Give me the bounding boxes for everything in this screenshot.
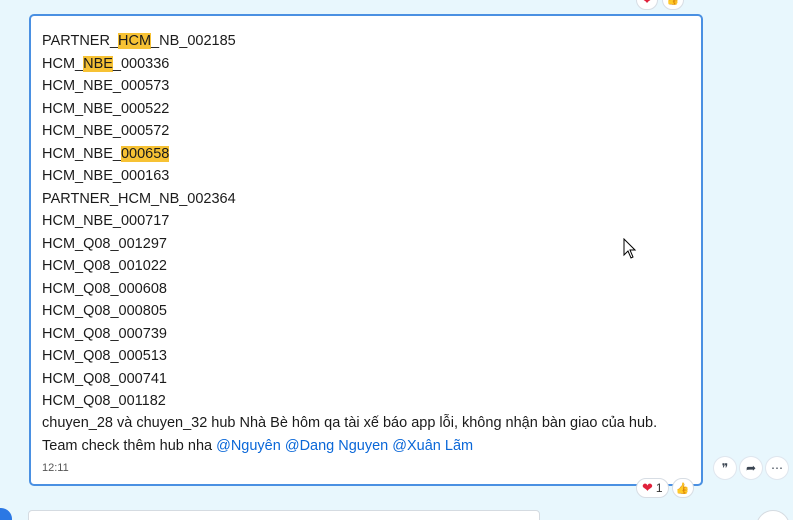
message-line: HCM_Q08_001182: [42, 390, 236, 413]
line-text: HCM_NBE_000572: [42, 123, 170, 139]
line-text: HCM_Q08_001182: [42, 393, 166, 409]
quote-icon: ❞: [721, 461, 729, 475]
line-text: PARTNER_: [42, 33, 119, 49]
search-highlight: 000658: [120, 145, 170, 162]
message-line: HCM_NBE_000572: [42, 120, 236, 143]
like-icon: 👍: [666, 0, 680, 6]
line-text: HCM_Q08_000513: [42, 348, 167, 364]
line-text: HCM_Q08_000739: [42, 325, 167, 342]
heart-reaction[interactable]: ❤ 1: [636, 478, 669, 498]
message-line: HCM_Q08_000608: [42, 278, 236, 301]
mention-nguyen[interactable]: @Nguyên: [216, 438, 281, 454]
message-reactions: ❤ 1 👍: [636, 478, 694, 498]
message-text-prefix: Team check thêm hub nha: [42, 437, 217, 454]
message-line: PARTNER_HCM_NB_002185: [42, 30, 236, 53]
message-line: HCM_Q08_001022: [42, 255, 236, 278]
message-line: HCM_Q08_000805: [42, 300, 236, 323]
line-text: HCM_NBE_: [42, 145, 121, 162]
send-button[interactable]: [756, 510, 790, 520]
forward-button[interactable]: ➦: [740, 457, 762, 479]
line-text: HCM_NBE_000522: [42, 100, 170, 117]
forward-icon: ➦: [745, 461, 757, 475]
message-bubble[interactable]: PARTNER_HCM_NB_002185 HCM_NBE_000336 HCM_N…: [29, 14, 703, 486]
like-icon: 👍: [675, 482, 690, 495]
previous-like-reaction[interactable]: 👍: [662, 0, 685, 10]
line-text: HCM_Q08_000741: [42, 370, 167, 387]
mention-dang-nguyen[interactable]: @Dang Nguyen: [285, 438, 388, 454]
quote-button[interactable]: ❞: [714, 457, 736, 479]
mouse-cursor-icon: [623, 238, 637, 259]
line-text: HCM_Q08_000608: [42, 280, 167, 297]
message-code-list: PARTNER_HCM_NB_002185 HCM_NBE_000336 HCM_N…: [42, 30, 236, 413]
message-line: HCM_NBE_000658: [42, 143, 236, 166]
mention-xuan-lam[interactable]: @Xuân Lãm: [392, 438, 473, 454]
search-highlight: NBE: [83, 55, 113, 72]
line-text: _000336: [112, 55, 170, 72]
message-line: HCM_Q08_000513: [42, 345, 236, 368]
line-text: HCM_NBE_000717: [42, 213, 170, 229]
line-text: HCM_NBE_000573: [42, 78, 170, 94]
message-line: PARTNER_HCM_NB_002364: [42, 188, 236, 211]
message-text: chuyen_28 và chuyen_32 hub Nhà Bè hôm qa…: [42, 412, 657, 457]
more-icon: ⋯: [771, 461, 783, 475]
heart-reaction-count: 1: [655, 481, 663, 495]
message-actions: ❞ ➦ ⋯: [714, 457, 788, 479]
message-line: HCM_NBE_000573: [42, 75, 236, 98]
search-highlight: HCM: [118, 33, 152, 49]
previous-message-reactions: ❤ 👍: [636, 0, 685, 10]
line-text: HCM_Q08_001297: [42, 235, 167, 252]
line-text: HCM_: [42, 55, 84, 72]
message-line: HCM_Q08_000741: [42, 368, 236, 391]
message-text-line-2: Team check thêm hub nha @Nguyên @Dang Ng…: [42, 435, 657, 458]
like-reaction-button[interactable]: 👍: [671, 478, 694, 498]
message-timestamp: 12:11: [42, 462, 69, 474]
message-line: HCM_Q08_001297: [42, 233, 236, 256]
message-line: HCM_NBE_000163: [42, 165, 236, 188]
heart-icon: ❤: [642, 480, 653, 495]
heart-icon: ❤: [642, 0, 653, 7]
line-text: HCM_Q08_000805: [42, 303, 167, 319]
line-text: PARTNER_HCM_NB_002364: [42, 190, 236, 207]
message-line: HCM_Q08_000739: [42, 323, 236, 346]
message-line: HCM_NBE_000522: [42, 98, 236, 121]
line-text: HCM_NBE_000163: [42, 168, 170, 184]
more-options-button[interactable]: ⋯: [766, 457, 788, 479]
chat-view: ❤ 👍 PARTNER_HCM_NB_002185 HCM_NBE_000336 H…: [0, 0, 793, 520]
message-text-line-1: chuyen_28 và chuyen_32 hub Nhà Bè hôm qa…: [42, 415, 658, 431]
line-text: HCM_Q08_001022: [42, 258, 167, 274]
message-line: HCM_NBE_000717: [42, 210, 236, 233]
message-input[interactable]: [28, 510, 540, 520]
previous-heart-reaction[interactable]: ❤: [636, 0, 659, 10]
line-text: _NB_002185: [151, 33, 236, 49]
message-line: HCM_NBE_000336: [42, 53, 236, 76]
avatar: [0, 508, 12, 520]
